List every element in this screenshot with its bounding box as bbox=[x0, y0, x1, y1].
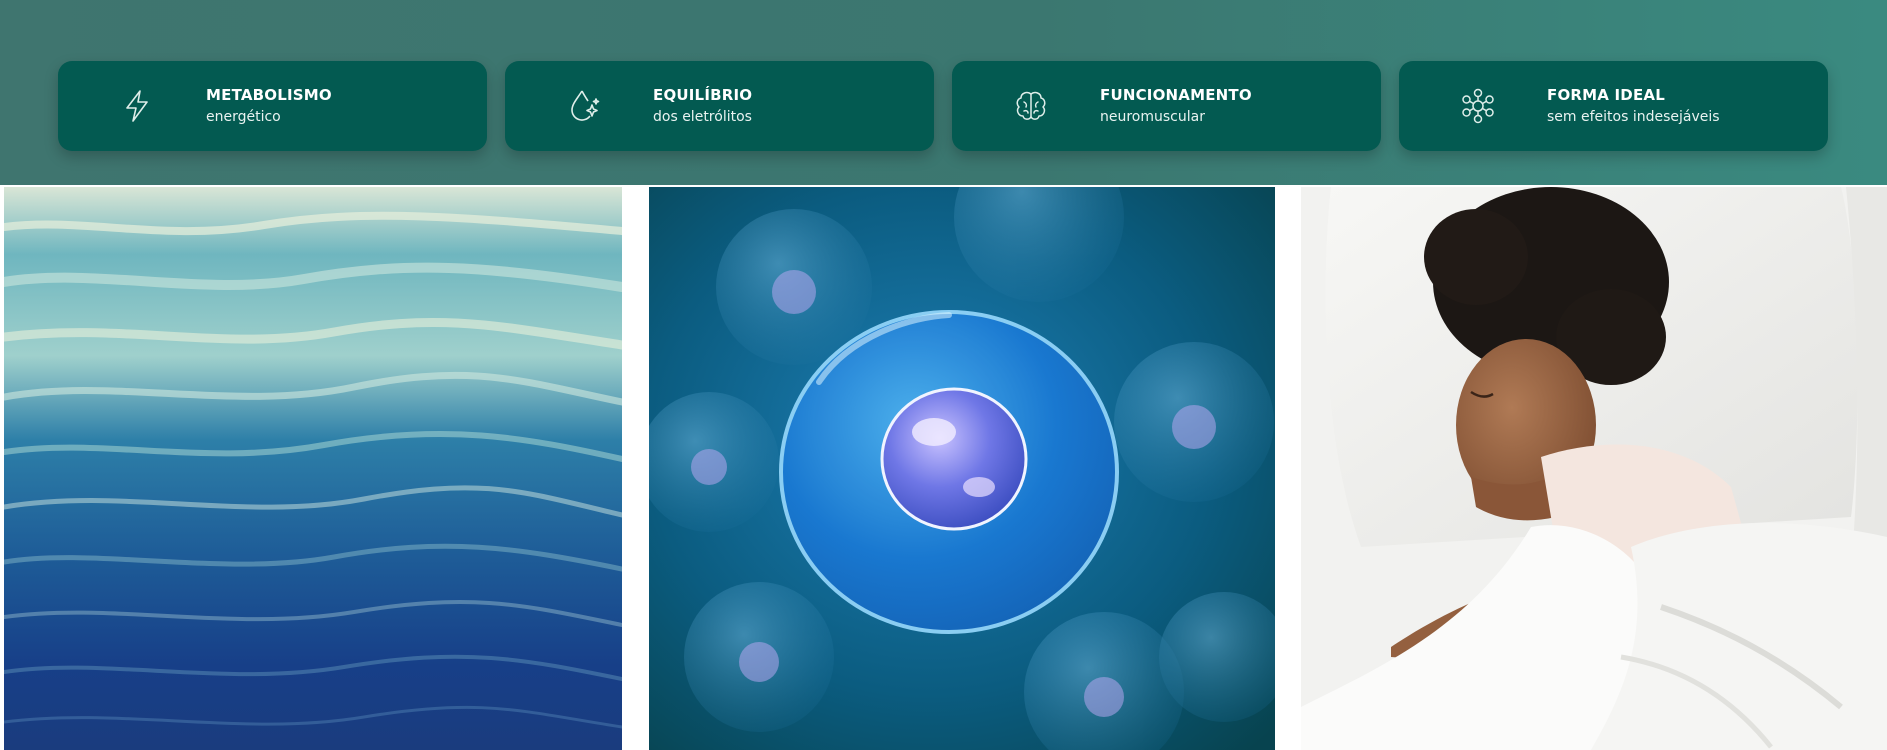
benefit-title: EQUILÍBRIO bbox=[653, 86, 753, 104]
benefit-subtitle: dos eletrólitos bbox=[653, 109, 752, 125]
lightning-bolt-icon bbox=[118, 87, 156, 125]
water-drop-sparkle-icon bbox=[565, 87, 603, 125]
brain-icon bbox=[1012, 87, 1050, 125]
benefit-card-metabolismo: METABOLISMO energético bbox=[58, 61, 487, 151]
benefit-card-funcionamento: FUNCIONAMENTO neuromuscular bbox=[952, 61, 1381, 151]
benefit-card-forma-ideal: FORMA IDEAL sem efeitos indesejáveis bbox=[1399, 61, 1828, 151]
benefit-title: FUNCIONAMENTO bbox=[1100, 86, 1252, 104]
cell-image bbox=[649, 187, 1275, 750]
benefit-subtitle: energético bbox=[206, 109, 281, 125]
molecule-icon bbox=[1459, 87, 1497, 125]
benefit-cards: METABOLISMO energético EQUILÍBRIO dos el… bbox=[58, 61, 1828, 151]
benefit-title: METABOLISMO bbox=[206, 86, 332, 104]
benefit-subtitle: sem efeitos indesejáveis bbox=[1547, 109, 1720, 125]
water-waves-image bbox=[4, 187, 622, 750]
benefit-subtitle: neuromuscular bbox=[1100, 109, 1205, 125]
benefit-card-equilibrio: EQUILÍBRIO dos eletrólitos bbox=[505, 61, 934, 151]
woman-sleeping-image bbox=[1301, 187, 1887, 750]
benefit-title: FORMA IDEAL bbox=[1547, 86, 1665, 104]
benefits-band: METABOLISMO energético EQUILÍBRIO dos el… bbox=[0, 0, 1887, 185]
